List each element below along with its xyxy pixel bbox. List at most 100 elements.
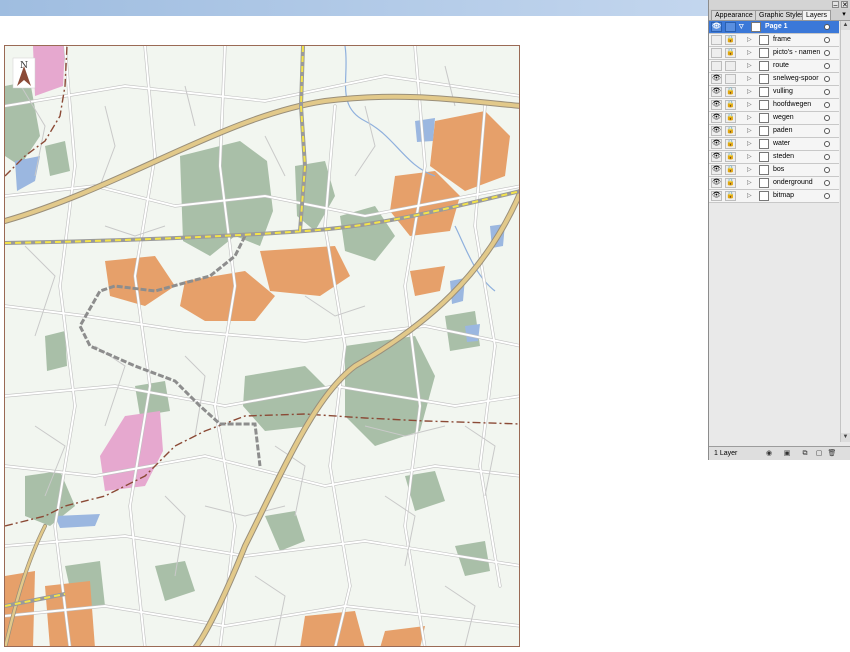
expand-triangle-icon[interactable]: ▷	[747, 153, 752, 160]
layer-name[interactable]: hoofdwegen	[773, 101, 811, 108]
layer-name[interactable]: vulling	[773, 88, 793, 95]
layer-name[interactable]: paden	[773, 127, 792, 134]
visibility-eye-icon[interactable]	[711, 61, 722, 71]
lock-icon[interactable]: 🔒	[725, 113, 736, 123]
lock-icon[interactable]: 🔒	[725, 165, 736, 175]
target-circle-icon[interactable]	[824, 193, 830, 199]
layer-name[interactable]: bos	[773, 166, 784, 173]
target-circle-icon[interactable]	[824, 50, 830, 56]
lock-toggle[interactable]	[725, 22, 736, 32]
lock-icon[interactable]: 🔒	[725, 100, 736, 110]
visibility-eye-icon[interactable]: 👁	[711, 87, 722, 97]
layer-name[interactable]: picto's - namen	[773, 49, 820, 56]
layer-row[interactable]: 👁 🔒 ▷ water	[709, 138, 839, 151]
layer-row[interactable]: 👁 🔒 ▷ hoofdwegen	[709, 99, 839, 112]
lock-icon[interactable]: 🔒	[725, 35, 736, 45]
lock-icon[interactable]	[725, 61, 736, 71]
locate-object-icon[interactable]: ◉	[764, 449, 774, 458]
layer-name[interactable]: route	[773, 62, 789, 69]
visibility-eye-icon[interactable]: 👁	[711, 165, 722, 175]
target-circle-icon[interactable]	[824, 37, 830, 43]
expand-triangle-icon[interactable]: ▷	[747, 140, 752, 147]
layer-row[interactable]: 👁 🔒 ▷ bitmap	[709, 190, 839, 203]
lock-icon[interactable]: 🔒	[725, 87, 736, 97]
tab-appearance[interactable]: Appearance	[711, 10, 757, 20]
target-circle-icon[interactable]	[824, 167, 830, 173]
target-circle-icon[interactable]	[824, 89, 830, 95]
layer-name[interactable]: onderground	[773, 179, 813, 186]
expand-triangle-icon[interactable]: ▷	[747, 192, 752, 199]
layer-row[interactable]: 🔒 ▷ frame	[709, 34, 839, 47]
layer-name[interactable]: frame	[773, 36, 791, 43]
expand-triangle-icon[interactable]: ▷	[747, 75, 752, 82]
scroll-down-arrow-icon[interactable]: ▼	[841, 433, 850, 442]
target-circle-icon[interactable]	[824, 115, 830, 121]
visibility-eye-icon[interactable]: 👁	[711, 74, 722, 84]
expand-triangle-icon[interactable]: ▷	[747, 101, 752, 108]
target-circle-icon[interactable]	[824, 154, 830, 160]
target-circle-icon[interactable]	[824, 180, 830, 186]
layer-row[interactable]: 👁 🔒 ▷ paden	[709, 125, 839, 138]
layer-name[interactable]: Page 1	[765, 23, 788, 30]
layer-row[interactable]: 🔒 ▷ picto's - namen	[709, 47, 839, 60]
expand-triangle-icon[interactable]: ▷	[747, 62, 752, 69]
visibility-eye-icon[interactable]: 👁	[711, 152, 722, 162]
visibility-eye-icon[interactable]: 👁	[711, 100, 722, 110]
expand-triangle-icon[interactable]: ▷	[747, 179, 752, 186]
layer-name[interactable]: bitmap	[773, 192, 794, 199]
visibility-eye-icon[interactable]: 👁	[711, 139, 722, 149]
new-sublayer-icon[interactable]: ⧉	[800, 449, 810, 458]
layer-row[interactable]: 👁 🔒 ▷ wegen	[709, 112, 839, 125]
target-circle-icon[interactable]	[824, 24, 830, 30]
tab-layers[interactable]: Layers	[802, 10, 832, 20]
layer-name[interactable]: snelweg-spoor	[773, 75, 819, 82]
layer-row[interactable]: 👁 ▷ snelweg-spoor	[709, 73, 839, 86]
target-circle-icon[interactable]	[824, 76, 830, 82]
layer-row-page-1[interactable]: 👁 ▽ Page 1	[709, 21, 839, 34]
visibility-eye-icon[interactable]: 👁	[711, 191, 722, 201]
target-circle-icon[interactable]	[824, 102, 830, 108]
delete-layer-icon[interactable]: 🗑	[827, 449, 837, 458]
tab-graphic-styles[interactable]: Graphic Styles	[755, 10, 809, 20]
lock-icon[interactable]: 🔒	[725, 126, 736, 136]
layers-scrollbar[interactable]: ▲ ▼	[840, 21, 850, 442]
panel-menu-icon[interactable]: ▾	[840, 11, 848, 19]
lock-icon[interactable]: 🔒	[725, 48, 736, 58]
new-layer-icon[interactable]: ▢	[814, 449, 824, 458]
expand-triangle-icon[interactable]: ▽	[739, 23, 744, 30]
expand-triangle-icon[interactable]: ▷	[747, 127, 752, 134]
expand-triangle-icon[interactable]: ▷	[747, 114, 752, 121]
lock-icon[interactable]: 🔒	[725, 152, 736, 162]
target-circle-icon[interactable]	[824, 63, 830, 69]
lock-icon[interactable]	[725, 74, 736, 84]
layer-row[interactable]: 👁 🔒 ▷ bos	[709, 164, 839, 177]
layer-row[interactable]: ▷ route	[709, 60, 839, 73]
lock-icon[interactable]: 🔒	[725, 139, 736, 149]
visibility-eye-icon[interactable]: 👁	[711, 113, 722, 123]
close-button[interactable]: ✕	[841, 1, 848, 9]
lock-icon[interactable]: 🔒	[725, 191, 736, 201]
target-circle-icon[interactable]	[824, 141, 830, 147]
visibility-eye-icon[interactable]: 👁	[711, 22, 722, 32]
visibility-eye-icon[interactable]	[711, 35, 722, 45]
layer-row[interactable]: 👁 🔒 ▷ steden	[709, 151, 839, 164]
map-canvas[interactable]: N	[4, 45, 520, 647]
target-circle-icon[interactable]	[824, 128, 830, 134]
expand-triangle-icon[interactable]: ▷	[747, 49, 752, 56]
expand-triangle-icon[interactable]: ▷	[747, 88, 752, 95]
layer-row[interactable]: 👁 🔒 ▷ onderground	[709, 177, 839, 190]
visibility-eye-icon[interactable]: 👁	[711, 126, 722, 136]
scroll-up-arrow-icon[interactable]: ▲	[841, 21, 850, 30]
layer-thumbnail	[759, 48, 769, 58]
expand-triangle-icon[interactable]: ▷	[747, 36, 752, 43]
visibility-eye-icon[interactable]: 👁	[711, 178, 722, 188]
lock-icon[interactable]: 🔒	[725, 178, 736, 188]
layer-name[interactable]: wegen	[773, 114, 794, 121]
clipping-mask-icon[interactable]: ▣	[782, 449, 792, 458]
layer-name[interactable]: steden	[773, 153, 794, 160]
layer-row[interactable]: 👁 🔒 ▷ vulling	[709, 86, 839, 99]
expand-triangle-icon[interactable]: ▷	[747, 166, 752, 173]
minimize-button[interactable]: –	[832, 1, 839, 9]
layer-name[interactable]: water	[773, 140, 790, 147]
visibility-eye-icon[interactable]	[711, 48, 722, 58]
